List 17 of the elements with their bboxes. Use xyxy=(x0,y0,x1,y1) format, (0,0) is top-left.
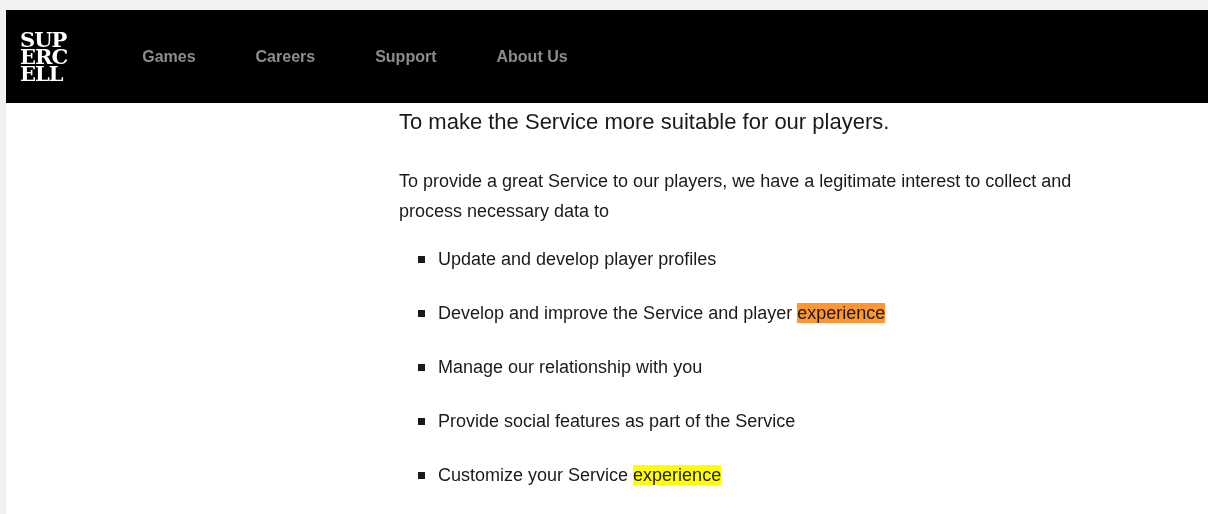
list-item-text: Customize your Service experience xyxy=(438,464,722,487)
list-item-text: Develop and improve the Service and player experience xyxy=(438,302,886,325)
nav-link[interactable]: About Us xyxy=(496,44,568,69)
list-item-text: Provide social features as part of the Service xyxy=(438,410,796,433)
bullet-icon xyxy=(418,471,425,479)
nav-link[interactable]: Support xyxy=(375,44,437,69)
list-item-text: Update and develop player profiles xyxy=(438,248,717,271)
nav-link[interactable]: Careers xyxy=(255,44,316,69)
paragraph: To provide a great Service to our players, we have a legitimate interest to collect and process necessary data to xyxy=(399,170,1073,223)
bullet-icon xyxy=(418,363,425,371)
bullet-icon xyxy=(418,309,425,317)
bullet-icon xyxy=(418,255,425,263)
logo[interactable]: SUP ERC ELL xyxy=(20,31,68,82)
list-item-text: Manage our relationship with you xyxy=(438,356,703,379)
bullet-icon xyxy=(418,417,425,425)
nav-link[interactable]: Games xyxy=(142,44,196,69)
section-heading: To make the Service more suitable for our players. xyxy=(399,108,891,136)
